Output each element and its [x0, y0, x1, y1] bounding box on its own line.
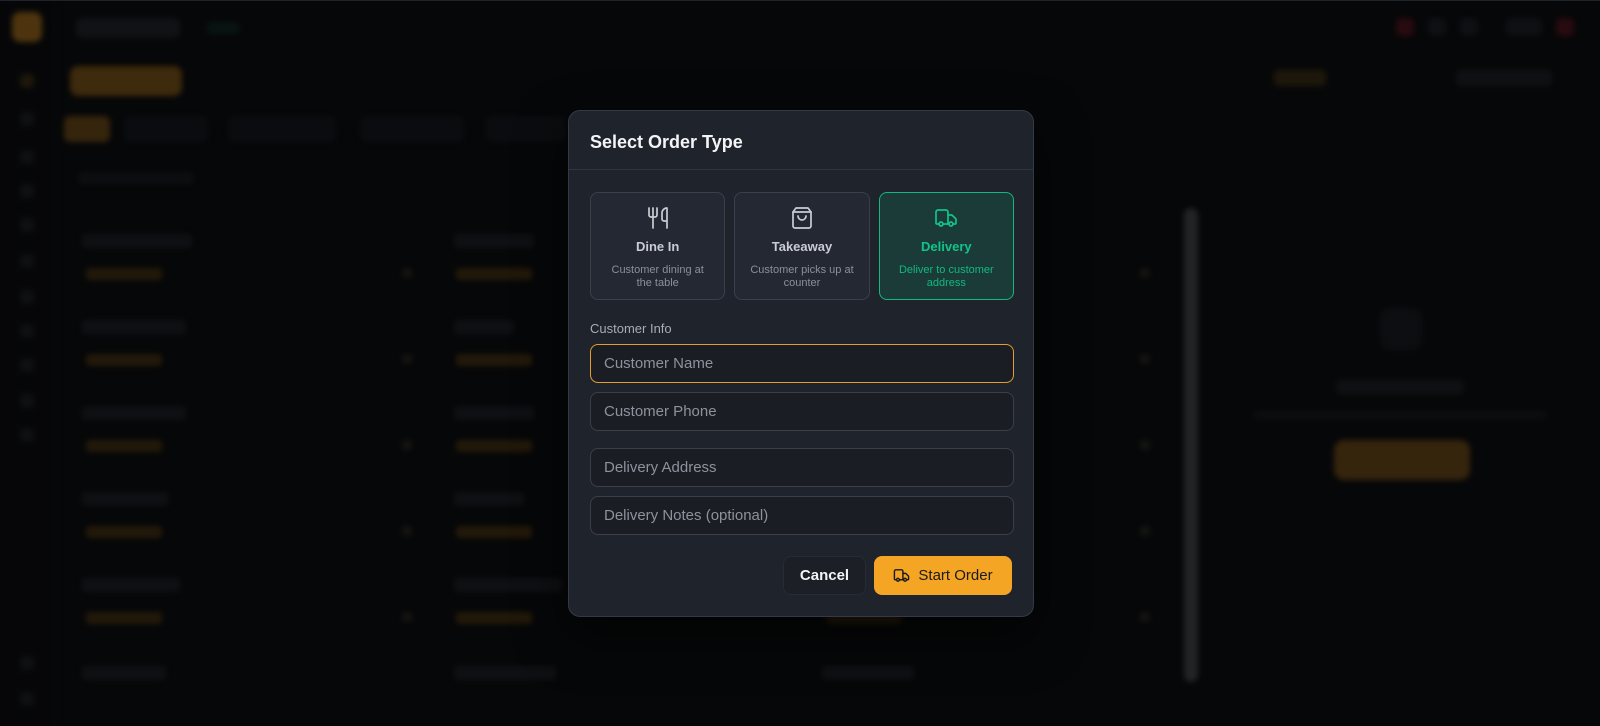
truck-icon: [935, 209, 958, 227]
order-type-description: Customer picks up at counter: [750, 264, 854, 289]
order-type-options: Dine In Customer dining at the table Tak…: [590, 192, 1014, 300]
order-type-label: Delivery: [921, 239, 972, 254]
order-type-description: Deliver to customer address: [898, 264, 994, 289]
order-type-delivery[interactable]: Delivery Deliver to customer address: [878, 192, 1014, 300]
customer-phone-input[interactable]: [590, 392, 1014, 431]
dialog-header: Select Order Type: [569, 111, 1033, 170]
dialog-title: Select Order Type: [590, 132, 743, 152]
customer-info-label: Customer Info: [590, 321, 672, 336]
start-order-label: Start Order: [918, 567, 993, 584]
dialog-actions: Cancel Start Order: [783, 556, 1012, 595]
fork-knife-icon: [647, 207, 668, 229]
start-order-button[interactable]: Start Order: [874, 556, 1012, 595]
truck-icon: [894, 569, 910, 582]
order-type-dialog: Select Order Type Dine In Customer dinin…: [568, 110, 1034, 617]
order-type-description: Customer dining at the table: [611, 264, 704, 289]
delivery-notes-input[interactable]: [590, 496, 1014, 535]
order-type-label: Takeaway: [771, 239, 833, 254]
customer-name-input[interactable]: [590, 344, 1014, 383]
order-type-label: Dine In: [635, 239, 680, 254]
delivery-address-input[interactable]: [590, 448, 1014, 487]
cancel-button[interactable]: Cancel: [783, 556, 866, 595]
order-type-dine-in[interactable]: Dine In Customer dining at the table: [590, 192, 726, 300]
shopping-bag-icon: [792, 207, 812, 229]
order-type-takeaway[interactable]: Takeaway Customer picks up at counter: [734, 192, 870, 300]
